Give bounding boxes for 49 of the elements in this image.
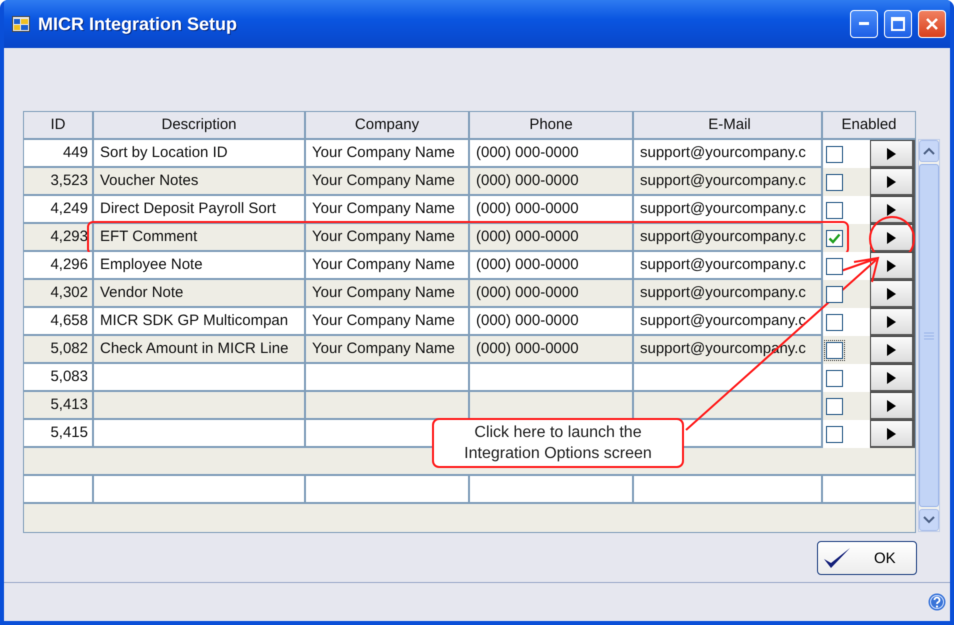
play-icon	[887, 428, 896, 440]
close-button[interactable]	[918, 10, 946, 38]
launch-button[interactable]	[870, 420, 915, 448]
checkbox[interactable]	[826, 286, 843, 302]
play-icon	[887, 372, 896, 384]
checkbox[interactable]	[826, 426, 843, 442]
scroll-down-button[interactable]	[919, 509, 939, 531]
checkbox[interactable]	[826, 146, 843, 162]
launch-button[interactable]	[870, 224, 915, 252]
play-icon	[887, 148, 896, 160]
close-icon	[925, 17, 939, 31]
launch-button[interactable]	[870, 364, 915, 392]
scroll-thumb[interactable]	[919, 164, 939, 507]
grip-icon	[924, 332, 934, 340]
help-icon[interactable]	[928, 593, 946, 611]
play-icon	[887, 232, 896, 244]
window-title: MICR Integration Setup	[38, 14, 237, 34]
play-icon	[887, 288, 896, 300]
checkbox[interactable]	[826, 314, 843, 330]
maximize-icon	[891, 17, 905, 31]
minimize-icon	[859, 22, 869, 26]
checkbox[interactable]	[826, 202, 843, 218]
maximize-button[interactable]	[884, 10, 912, 38]
callout-note: Click here to launch the Integration Options screen	[432, 418, 684, 468]
launch-button[interactable]	[870, 308, 915, 336]
launch-button[interactable]	[870, 140, 915, 168]
launch-button[interactable]	[870, 280, 915, 308]
ok-button[interactable]: OK	[817, 541, 917, 575]
launch-button[interactable]	[870, 336, 915, 364]
play-icon	[887, 400, 896, 412]
minimize-button[interactable]	[850, 10, 878, 38]
launch-button[interactable]	[870, 196, 915, 224]
checkmark-icon	[822, 546, 852, 570]
launch-button[interactable]	[870, 168, 915, 196]
checkbox[interactable]	[826, 370, 843, 386]
scrollbar[interactable]	[918, 139, 940, 532]
launch-button[interactable]	[870, 392, 915, 420]
play-icon	[887, 344, 896, 356]
checkbox[interactable]	[826, 174, 843, 190]
checkbox[interactable]	[826, 398, 843, 414]
play-icon	[887, 260, 896, 272]
launch-button[interactable]	[870, 252, 915, 280]
play-icon	[887, 176, 896, 188]
scroll-up-button[interactable]	[919, 140, 939, 162]
checkbox[interactable]	[826, 258, 843, 274]
play-icon	[887, 204, 896, 216]
app-icon	[12, 16, 30, 32]
play-icon	[887, 316, 896, 328]
checkbox[interactable]	[826, 230, 843, 246]
